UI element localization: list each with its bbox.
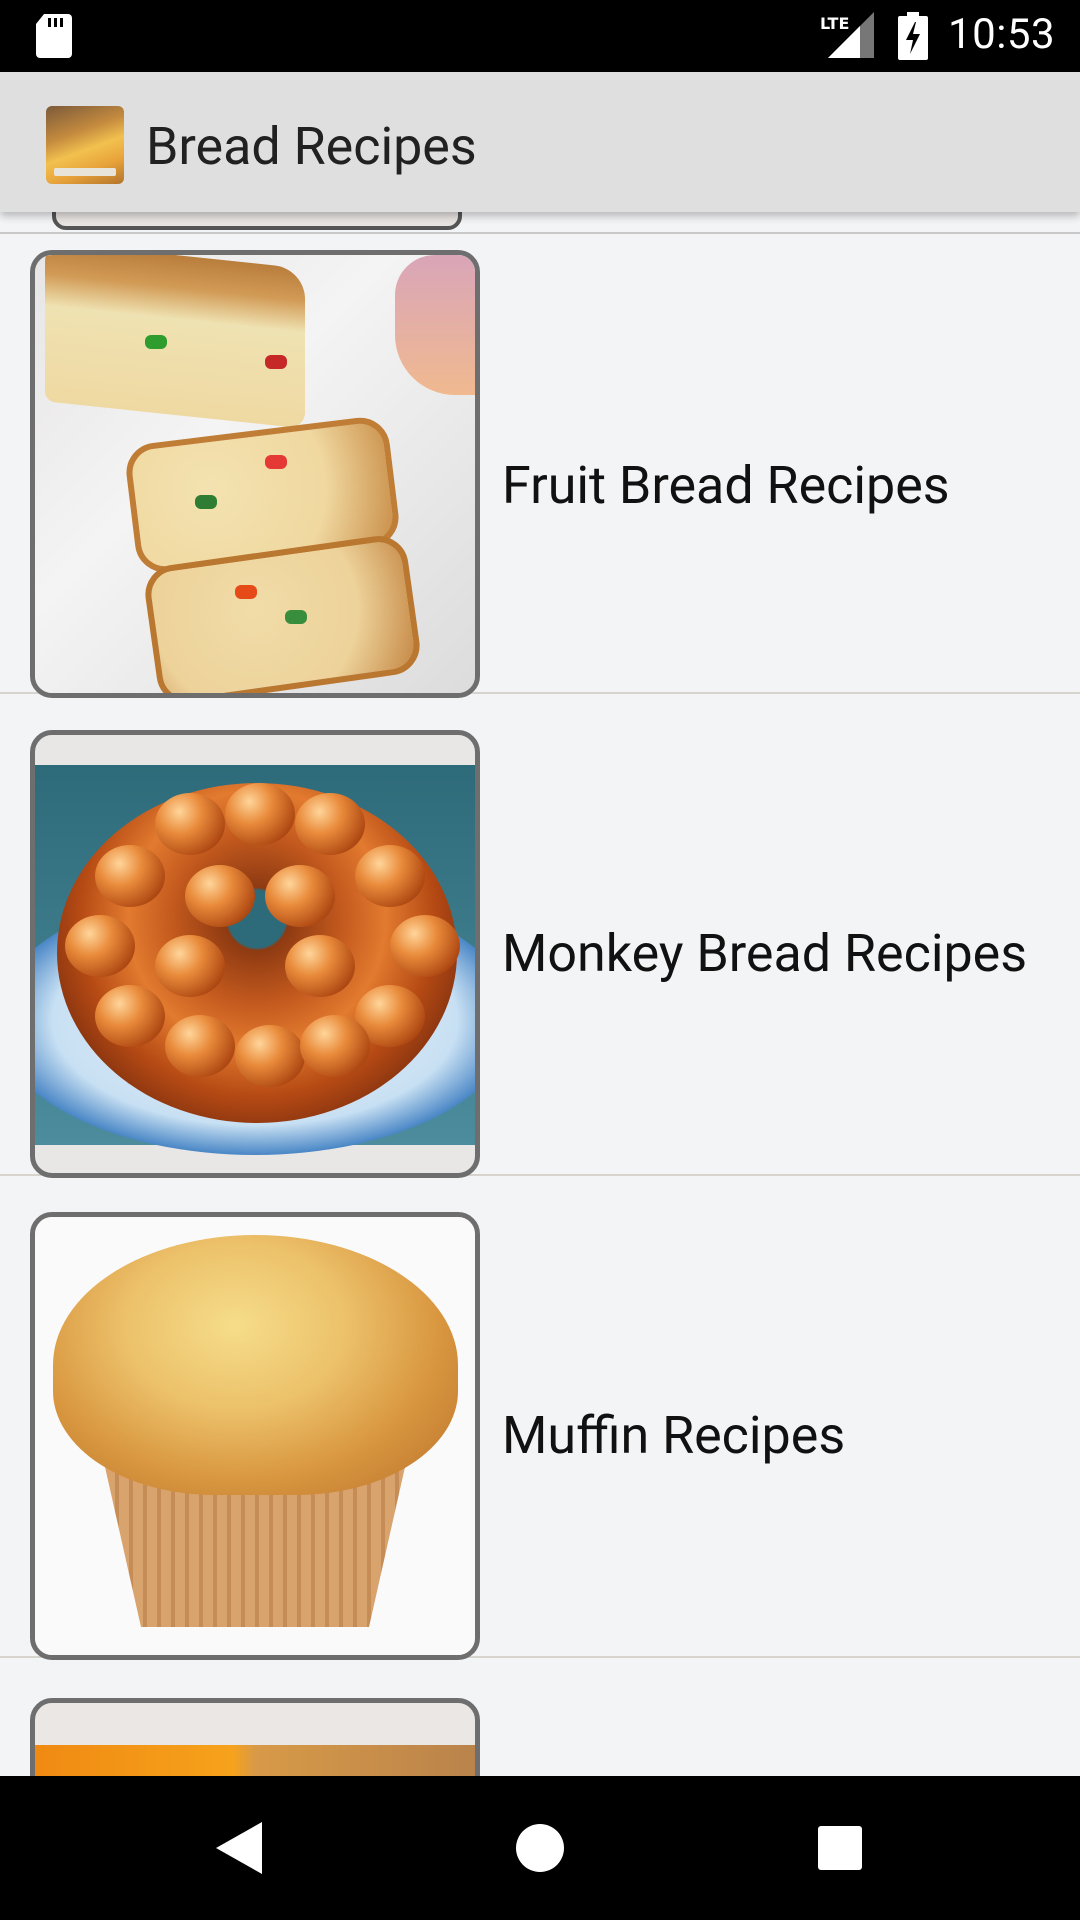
app-bar: Bread Recipes <box>0 72 1080 212</box>
fruit-bread-image <box>30 250 480 698</box>
back-icon[interactable] <box>216 1822 264 1874</box>
sd-card-icon <box>36 14 72 58</box>
bread-recipes-app-icon <box>46 106 124 184</box>
list-item-label: Muffin Recipes <box>502 1405 846 1466</box>
recipe-list[interactable]: Fruit Bread Recipes Monkey Bread Recipes… <box>0 212 1080 1776</box>
list-item-fruit-bread[interactable]: Fruit Bread Recipes <box>0 212 1080 698</box>
battery-charging-icon <box>898 12 928 60</box>
list-item-label: Monkey Bread Recipes <box>502 923 1028 984</box>
monkey-bread-image <box>30 730 480 1178</box>
app-title: Bread Recipes <box>146 116 477 177</box>
svg-text:LTE: LTE <box>820 14 849 33</box>
recents-icon[interactable] <box>818 1826 862 1870</box>
lte-signal-icon: LTE <box>820 12 874 58</box>
home-icon[interactable] <box>516 1824 564 1872</box>
partial-list-item-bottom[interactable] <box>30 1698 480 1776</box>
status-clock: 10:53 <box>948 10 1056 59</box>
list-item-muffin[interactable]: Muffin Recipes <box>0 1176 1080 1660</box>
status-bar: LTE 10:53 <box>0 0 1080 72</box>
list-item-label: Fruit Bread Recipes <box>502 455 950 516</box>
navigation-bar <box>0 1776 1080 1920</box>
muffin-image <box>30 1212 480 1660</box>
list-item-monkey-bread[interactable]: Monkey Bread Recipes <box>0 694 1080 1178</box>
